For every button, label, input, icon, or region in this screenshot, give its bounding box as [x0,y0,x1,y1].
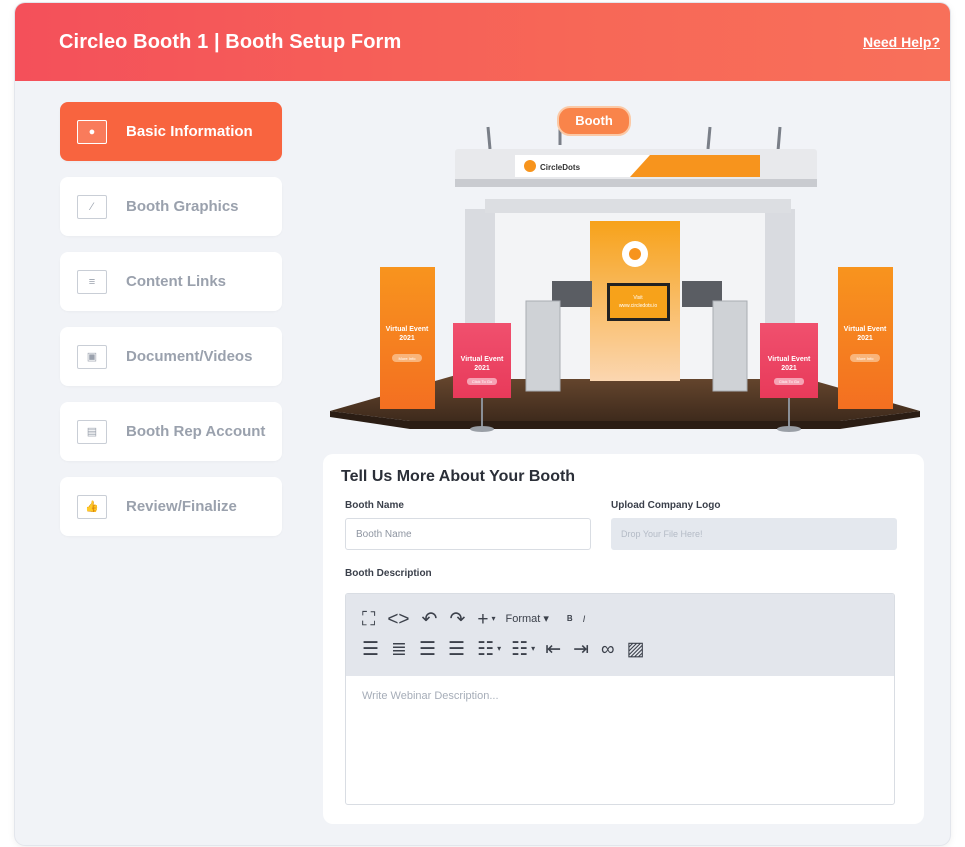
sidebar-item-label: Content Links [126,273,226,290]
links-icon: ≡ [77,269,107,294]
sidebar-item-booth-rep-account[interactable]: ▤ Booth Rep Account [60,402,282,461]
fullscreen-icon[interactable]: ⛶ [362,610,375,629]
sidebar-item-label: Booth Rep Account [126,423,266,440]
bold-button[interactable]: B [567,615,573,623]
chevron-down-icon[interactable]: ▾ [491,615,495,623]
header-bar: Circleo Booth 1 | Booth Setup Form Need … [15,3,950,81]
chevron-down-icon[interactable]: ▾ [497,645,501,653]
rep-account-icon: ▤ [77,419,107,444]
pink-banner-year-right: 2021 [781,365,797,372]
insert-plus-icon[interactable]: + [477,610,488,629]
logo-drop-zone[interactable]: Drop Your File Here! [611,518,897,550]
banner-more-left: More Info [399,356,417,361]
pink-banner-button-right: Click To Go [779,379,800,384]
sidebar-nav: ● Basic Information ⁄ Booth Graphics ≡ C… [60,102,282,552]
chevron-down-icon[interactable]: ▾ [531,645,535,653]
format-dropdown[interactable]: Format ▾ [505,612,548,625]
logo-upload-label: Upload Company Logo [611,500,721,511]
pink-banner-title-left: Virtual Event [461,356,504,363]
booth-info-form: Tell Us More About Your Booth Booth Name… [323,454,924,824]
indent-icon[interactable]: ⇥ [573,640,589,659]
graphics-icon: ⁄ [77,194,107,219]
banner-title-left: Virtual Event [386,326,429,333]
banner-year-right: 2021 [857,335,873,342]
need-help-link[interactable]: Need Help? [863,34,940,50]
outdent-icon[interactable]: ⇤ [545,640,561,659]
sidebar-item-label: Booth Graphics [126,198,239,215]
bullet-list-icon[interactable]: ☷ [477,640,494,659]
numbered-list-icon[interactable]: ☷ [511,640,528,659]
info-card-icon: ● [77,119,107,144]
sidebar-item-document-videos[interactable]: ▣ Document/Videos [60,327,282,386]
code-view-icon[interactable]: <> [387,610,409,629]
booth-name-label: Booth Name [345,500,404,511]
editor-toolbar: ⛶ <> ↶ ↷ + ▾ Format ▾ B I ☰ ≣ ☰ ☰ ☷ ▾ ☷ … [346,594,894,676]
banner-more-right: More Info [857,356,875,361]
redo-icon[interactable]: ↷ [449,610,465,629]
video-doc-icon: ▣ [77,344,107,369]
app-window: Circleo Booth 1 | Booth Setup Form Need … [15,3,950,845]
link-icon[interactable]: ∞ [601,640,615,659]
sidebar-item-label: Review/Finalize [126,498,237,515]
pink-banner-button-left: Click To Go [472,379,493,384]
form-heading: Tell Us More About Your Booth [341,468,576,485]
booth-description-label: Booth Description [345,568,432,579]
image-icon[interactable]: ▨ [627,640,645,659]
pink-banner-title-right: Virtual Event [768,356,811,363]
sidebar-item-label: Basic Information [126,123,253,140]
format-label: Format [505,612,541,625]
sidebar-item-content-links[interactable]: ≡ Content Links [60,252,282,311]
italic-button[interactable]: I [583,614,586,624]
banner-year-left: 2021 [399,335,415,342]
screen-text-1: Visit [633,295,643,301]
booth-preview-illustration: CircleDots Booth Visit www.circledots.io… [330,106,920,432]
booth-brand-text: CircleDots [540,163,581,172]
description-textarea[interactable]: Write Webinar Description... [346,676,894,716]
sidebar-item-label: Document/Videos [126,348,253,365]
align-right-icon[interactable]: ☰ [448,640,465,659]
banner-title-right: Virtual Event [844,326,887,333]
undo-icon[interactable]: ↶ [422,610,438,629]
booth-name-input[interactable]: Booth Name [345,518,591,550]
page-title: Circleo Booth 1 | Booth Setup Form [59,30,402,53]
sidebar-item-booth-graphics[interactable]: ⁄ Booth Graphics [60,177,282,236]
pink-banner-year-left: 2021 [474,365,490,372]
thumbs-up-icon: 👍 [77,494,107,519]
description-editor: ⛶ <> ↶ ↷ + ▾ Format ▾ B I ☰ ≣ ☰ ☰ ☷ ▾ ☷ … [345,593,895,805]
screen-text-2: www.circledots.io [619,303,658,309]
sidebar-item-basic-information[interactable]: ● Basic Information [60,102,282,161]
align-center-icon[interactable]: ☰ [362,640,379,659]
booth-sign-text: Booth [575,113,613,128]
sidebar-item-review-finalize[interactable]: 👍 Review/Finalize [60,477,282,536]
align-left-icon[interactable]: ☰ [419,640,436,659]
align-justify-icon[interactable]: ≣ [391,640,407,659]
